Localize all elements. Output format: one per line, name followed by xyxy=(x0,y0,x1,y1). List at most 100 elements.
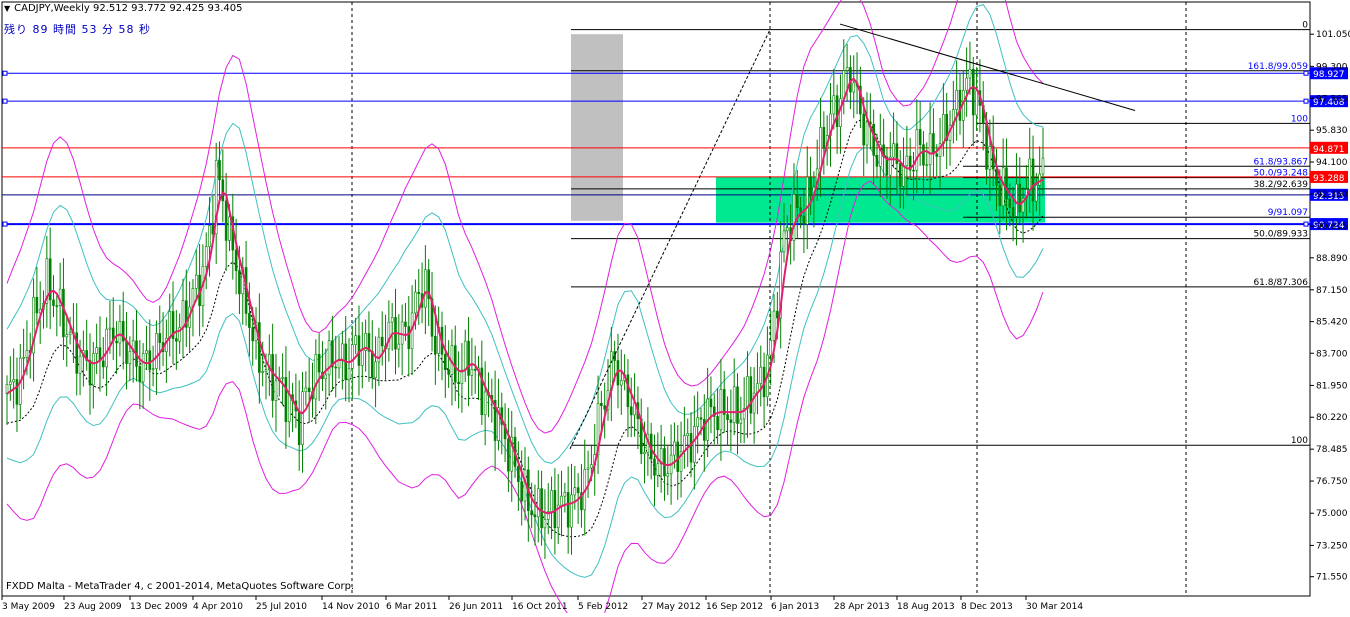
candle-body xyxy=(626,374,630,408)
candle-body xyxy=(470,369,474,376)
candle-body xyxy=(832,95,836,115)
candle-body xyxy=(301,391,304,445)
candle-body xyxy=(234,249,238,271)
symbol-info: ▼ CADJPY,Weekly 92.512 93.772 92.425 93.4… xyxy=(4,3,243,14)
candle-body xyxy=(155,333,158,369)
candle-body xyxy=(68,331,72,335)
candle-body xyxy=(347,368,351,381)
fib-level-label: 61.8/87.306 xyxy=(1253,278,1308,288)
candle-body xyxy=(274,380,278,401)
candle-body xyxy=(1001,167,1005,207)
y-tick-label: 78.485 xyxy=(1316,445,1348,455)
candle-body xyxy=(653,458,656,476)
candle-body xyxy=(689,433,693,463)
x-tick-label: 28 Apr 2013 xyxy=(834,602,890,612)
candle-body xyxy=(62,288,65,338)
candle-body xyxy=(915,129,919,171)
candle-body xyxy=(284,377,288,423)
candle-body xyxy=(447,369,450,375)
y-tick-label: 85.420 xyxy=(1316,318,1348,328)
candle-body xyxy=(141,353,145,383)
candle-body xyxy=(251,327,255,342)
symbol-line: CADJPY,Weekly 92.512 93.772 92.425 93.40… xyxy=(14,3,243,14)
candle-body xyxy=(673,441,676,456)
fib-level-label: 0 xyxy=(1302,21,1308,31)
candle-body xyxy=(208,225,211,247)
candle-body xyxy=(204,246,208,267)
x-tick-label: 16 Sep 2012 xyxy=(706,602,763,612)
candle-body xyxy=(351,344,354,369)
candle-body xyxy=(414,291,417,314)
candle-body xyxy=(776,310,779,319)
candle-body xyxy=(736,386,739,424)
candle-body xyxy=(304,387,308,393)
candle-body xyxy=(88,360,92,386)
candle-body xyxy=(809,176,812,197)
y-tick-label: 76.750 xyxy=(1316,477,1348,487)
y-tick-label: 87.150 xyxy=(1316,286,1348,296)
candle-body xyxy=(902,165,905,187)
candle-body xyxy=(749,376,753,414)
candle-body xyxy=(965,77,968,91)
candle-body xyxy=(872,124,875,156)
candle-body xyxy=(576,487,580,494)
candle-body xyxy=(138,366,142,383)
candle-body xyxy=(101,360,105,368)
dropdown-triangle-icon[interactable]: ▼ xyxy=(4,4,10,13)
candle-body xyxy=(686,433,690,436)
price-tag-label: 93.288 xyxy=(1313,174,1345,184)
candle-body xyxy=(1015,183,1018,217)
candle-body xyxy=(390,317,394,323)
x-tick-label: 18 Aug 2013 xyxy=(897,602,955,612)
candle-body xyxy=(424,269,427,308)
bar-timer: 残り 89 時間 53 分 58 秒 xyxy=(4,23,151,36)
candle-body xyxy=(699,417,703,420)
candle-body xyxy=(467,340,470,376)
candle-body xyxy=(629,406,633,416)
candle-body xyxy=(271,354,274,401)
candle-body xyxy=(795,194,799,209)
candle-body xyxy=(603,405,606,410)
candle-body xyxy=(732,386,736,423)
candle-body xyxy=(238,270,241,295)
candle-body xyxy=(563,492,567,497)
candle-body xyxy=(297,410,301,445)
candle-body xyxy=(590,464,593,469)
x-tick-label: 6 Jan 2013 xyxy=(771,602,819,612)
candle-body xyxy=(434,335,437,354)
candle-body xyxy=(307,387,311,392)
candle-body xyxy=(128,351,132,364)
candle-body xyxy=(540,488,543,529)
candle-body xyxy=(1011,207,1015,217)
candle-body xyxy=(507,438,510,472)
candle-body xyxy=(928,133,932,166)
candle-body xyxy=(148,350,152,370)
candle-body xyxy=(533,514,537,518)
candle-body xyxy=(181,300,185,328)
candle-body xyxy=(769,340,773,356)
candle-body xyxy=(483,391,487,416)
y-tick-label: 97.565 xyxy=(1316,94,1348,104)
candle-body xyxy=(334,366,338,369)
line-handle-right xyxy=(1303,221,1309,227)
candle-body xyxy=(248,313,251,328)
candle-body xyxy=(922,144,925,166)
candle-body xyxy=(862,113,865,146)
x-tick-label: 27 May 2012 xyxy=(642,602,701,612)
candle-body xyxy=(1028,158,1032,190)
candle-body xyxy=(1008,198,1012,208)
candle-body xyxy=(194,274,198,289)
candle-body xyxy=(570,494,573,528)
candle-body xyxy=(822,127,826,149)
candle-body xyxy=(118,321,122,344)
candle-body xyxy=(407,326,411,350)
candle-body xyxy=(802,215,806,225)
candle-body xyxy=(935,153,939,157)
candle-body xyxy=(1038,173,1041,186)
candle-body xyxy=(942,114,945,145)
candle-body xyxy=(374,361,377,379)
candle-body xyxy=(905,155,909,166)
candle-body xyxy=(543,519,547,529)
candle-body xyxy=(998,184,1002,207)
candle-body xyxy=(656,463,660,476)
